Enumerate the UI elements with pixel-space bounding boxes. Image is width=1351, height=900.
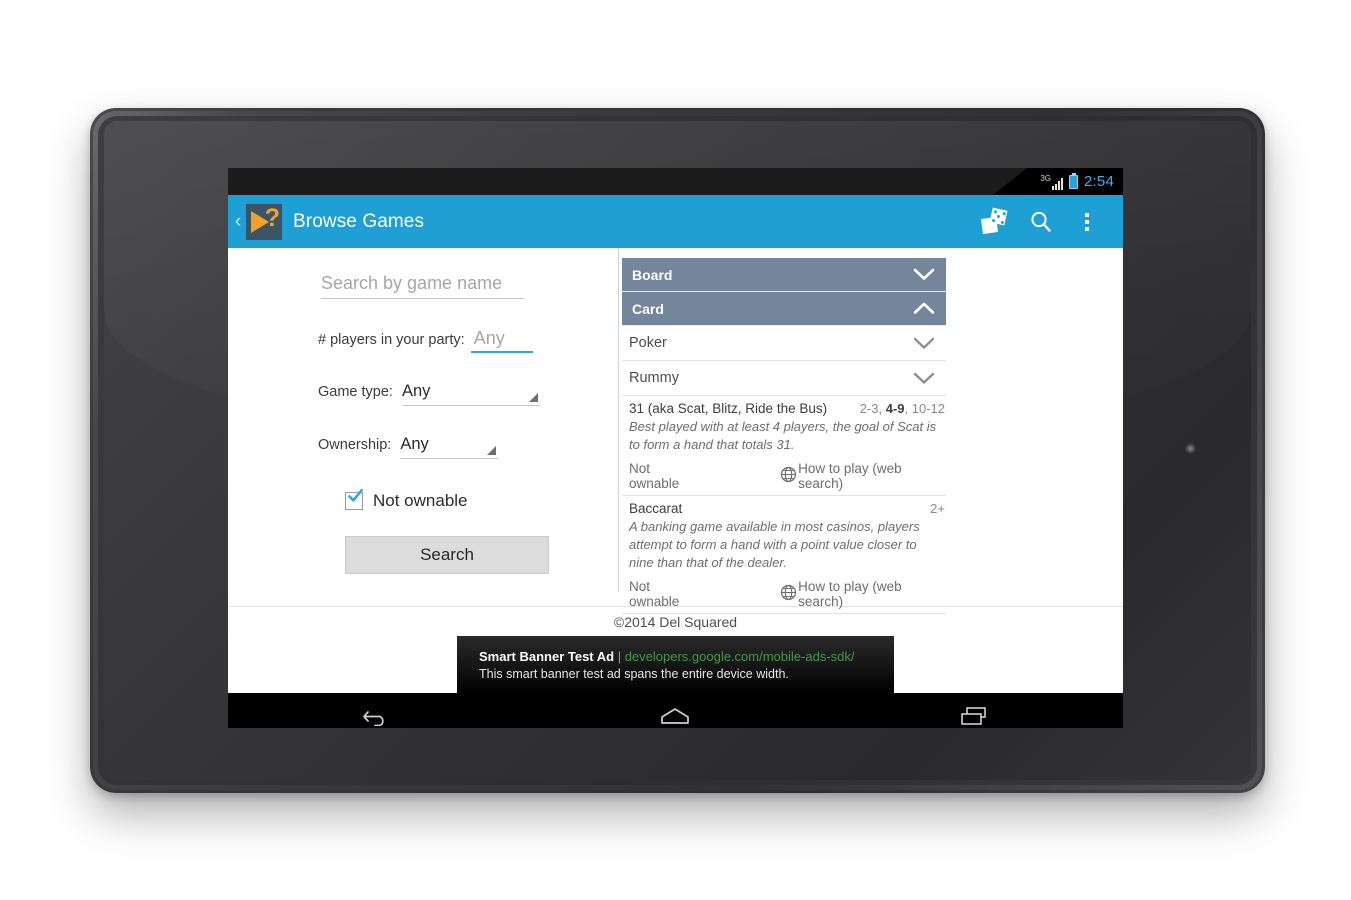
ad-separator: | xyxy=(614,649,625,664)
chevron-down-icon xyxy=(913,337,935,350)
android-navigation-bar xyxy=(228,693,1123,728)
game-type-spinner[interactable]: Any xyxy=(401,382,540,406)
page-title: Browse Games xyxy=(293,210,425,232)
device-screen: 3G 2:54 ‹ ? Browse Games Search by game … xyxy=(228,168,1123,728)
how-to-play-label: How to play (web search) xyxy=(798,460,902,491)
game-type-row: Game type: Any xyxy=(228,382,618,406)
chevron-down-icon xyxy=(913,268,935,281)
not-ownable-label: Not ownable xyxy=(373,491,468,510)
not-ownable-row[interactable]: Not ownable xyxy=(228,489,618,511)
globe-icon xyxy=(780,584,797,604)
back-arrow-icon xyxy=(363,710,384,726)
ad-body: This smart banner test ad spans the enti… xyxy=(479,667,789,681)
players-value: Any xyxy=(473,328,505,348)
game-list-item[interactable]: 31 (aka Scat, Blitz, Ride the Bus) 2-3, … xyxy=(622,396,946,496)
ownership-row: Ownership: Any xyxy=(228,435,618,459)
subcategory-poker[interactable]: Poker xyxy=(622,326,946,361)
ownership-value: Any xyxy=(400,435,429,453)
game-ownership: Not ownable xyxy=(629,460,680,491)
action-bar: ‹ ? Browse Games xyxy=(228,195,1123,248)
chevron-down-icon xyxy=(913,372,935,385)
recents-icon xyxy=(961,706,986,725)
ad-title: Smart Banner Test Ad xyxy=(479,649,615,664)
spinner-caret-icon xyxy=(528,393,538,402)
status-bar-indicators: 3G 2:54 xyxy=(993,168,1123,195)
not-ownable-checkbox[interactable] xyxy=(345,489,363,510)
game-header: 31 (aka Scat, Blitz, Ride the Bus) 2-3, … xyxy=(629,401,946,416)
game-player-counts: 2-3, 4-9, 10-12 xyxy=(859,401,945,416)
screenshot-root: 3G 2:54 ‹ ? Browse Games Search by game … xyxy=(0,0,1351,900)
how-to-play-link[interactable]: How to play (web search) xyxy=(780,461,946,491)
game-type-value: Any xyxy=(401,382,431,400)
game-description: Best played with at least 4 players, the… xyxy=(629,419,937,452)
overflow-menu-icon[interactable] xyxy=(1064,199,1110,245)
game-footer: Not ownable How to play (web search) xyxy=(629,461,946,491)
dice-icon[interactable] xyxy=(972,199,1018,245)
home-icon xyxy=(661,707,690,724)
search-glyph xyxy=(1031,211,1051,232)
game-footer: Not ownable How to play (web search) xyxy=(629,579,946,609)
how-to-play-label: How to play (web search) xyxy=(798,578,902,609)
game-type-label: Game type: xyxy=(318,384,393,400)
battery-icon xyxy=(1069,172,1078,189)
game-ownership: Not ownable xyxy=(629,578,680,609)
players-row: # players in your party: Any xyxy=(228,328,618,353)
game-header: Baccarat 2+ xyxy=(629,501,946,516)
search-icon[interactable] xyxy=(1018,199,1064,245)
chevron-up-icon xyxy=(913,302,935,315)
nav-back-button[interactable] xyxy=(228,706,526,726)
overflow-dots-glyph xyxy=(1085,212,1089,231)
question-mark-glyph: ? xyxy=(264,203,280,232)
category-label: Card xyxy=(632,300,664,317)
spinner-caret-icon xyxy=(487,446,497,455)
search-name-placeholder: Search by game name xyxy=(321,273,503,293)
search-form-pane: Search by game name # players in your pa… xyxy=(228,248,618,606)
search-button[interactable]: Search xyxy=(345,536,549,574)
main-content: Search by game name # players in your pa… xyxy=(228,248,1123,614)
game-title: 31 (aka Scat, Blitz, Ride the Bus) xyxy=(629,401,828,416)
subcategory-label: Rummy xyxy=(629,370,679,386)
players-label: # players in your party: xyxy=(318,332,465,348)
how-to-play-link[interactable]: How to play (web search) xyxy=(780,579,946,609)
status-bar: 3G 2:54 xyxy=(228,168,1123,195)
ownership-label: Ownership: xyxy=(318,437,392,453)
signal-bars-icon: 3G xyxy=(1040,174,1063,190)
category-header-card[interactable]: Card xyxy=(622,292,946,326)
up-navigation-chevron-icon[interactable]: ‹ xyxy=(231,212,245,231)
ownership-spinner[interactable]: Any xyxy=(400,435,499,459)
game-title: Baccarat xyxy=(629,500,683,516)
bezel-sensor-dot xyxy=(1185,443,1196,454)
subcategory-rummy[interactable]: Rummy xyxy=(622,361,946,396)
results-pane: Board Card Poker Rummy 31 (aka Scat, Bli… xyxy=(618,248,1123,614)
nav-recents-button[interactable] xyxy=(825,705,1123,727)
category-label: Board xyxy=(632,266,673,283)
status-clock: 2:54 xyxy=(1084,173,1114,190)
ad-banner[interactable]: Smart Banner Test Ad | developers.google… xyxy=(457,636,894,693)
nav-home-button[interactable] xyxy=(526,706,824,726)
ad-banner-wrap: Smart Banner Test Ad | developers.google… xyxy=(228,636,1123,693)
game-list-item[interactable]: Baccarat 2+ A banking game available in … xyxy=(622,496,946,614)
category-header-board[interactable]: Board xyxy=(622,258,946,292)
players-input[interactable]: Any xyxy=(470,328,533,353)
signal-bars-glyph xyxy=(1052,177,1063,190)
network-type-label: 3G xyxy=(1040,173,1051,183)
search-name-input[interactable]: Search by game name xyxy=(321,273,524,299)
app-logo-icon[interactable]: ? xyxy=(246,203,282,240)
subcategory-label: Poker xyxy=(629,335,667,351)
game-player-counts: 2+ xyxy=(930,500,945,516)
ad-url[interactable]: developers.google.com/mobile-ads-sdk/ xyxy=(625,649,855,664)
globe-icon xyxy=(780,466,797,486)
ad-title-line: Smart Banner Test Ad | developers.google… xyxy=(479,649,894,664)
checkmark-icon xyxy=(348,489,363,502)
game-description: A banking game available in most casinos… xyxy=(629,518,920,570)
dice-glyph xyxy=(981,207,1008,235)
